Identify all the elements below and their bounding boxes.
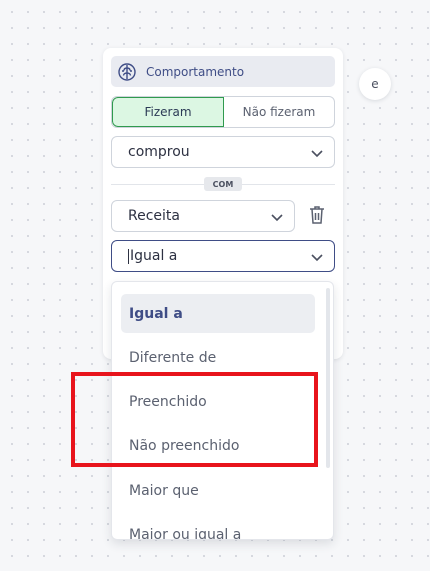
event-select-value: comprou — [128, 144, 190, 160]
toggle-nao-fizeram[interactable]: Não fizeram — [224, 97, 334, 127]
text-cursor — [128, 248, 129, 264]
behavior-header: Comportamento — [111, 56, 335, 87]
property-select[interactable]: Receita — [111, 200, 295, 232]
toggle-fizeram[interactable]: Fizeram — [112, 97, 224, 127]
dropdown-option[interactable]: Diferente de — [121, 338, 315, 377]
dropdown-scrollbar[interactable] — [326, 288, 330, 468]
operator-dropdown: Igual a Diferente de Preenchido Não pree… — [111, 281, 334, 540]
chevron-down-icon — [271, 214, 283, 222]
dropdown-option[interactable]: Igual a — [121, 294, 315, 333]
dropdown-option[interactable]: Não preenchido — [121, 426, 315, 465]
dropdown-option[interactable]: Maior que — [121, 471, 315, 510]
with-badge: COM — [204, 177, 242, 191]
dropdown-option[interactable]: Maior ou igual a — [121, 515, 315, 540]
property-select-value: Receita — [128, 208, 180, 224]
operator-select[interactable]: Igual a — [111, 240, 335, 272]
did-toggle: Fizeram Não fizeram — [111, 96, 335, 128]
and-connector-chip[interactable]: e — [359, 68, 391, 100]
chevron-down-icon — [311, 150, 323, 158]
trash-icon[interactable] — [308, 205, 326, 225]
brain-icon — [117, 62, 137, 82]
operator-select-value: Igual a — [130, 248, 178, 264]
event-select[interactable]: comprou — [111, 136, 335, 168]
chevron-down-icon — [311, 254, 323, 262]
behavior-header-label: Comportamento — [146, 64, 245, 79]
dropdown-option[interactable]: Preenchido — [121, 382, 315, 421]
